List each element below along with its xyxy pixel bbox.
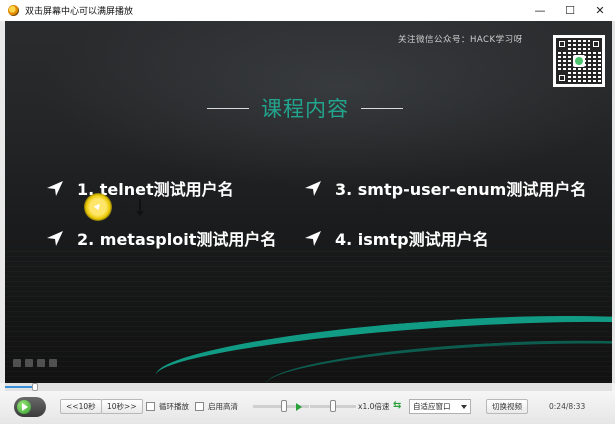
close-button[interactable]: ✕ [585,0,615,21]
course-item-label: 2. metasploit测试用户名 [77,230,277,249]
bullet-arrow-icon [305,181,321,196]
heading-divider-left [207,107,249,109]
control-bar: <<10秒 10秒>> 循环播放 启用高清 x1.0倍速 ⇆ 自适应窗口 切换视… [0,391,615,424]
follow-wechat-text: 关注微信公众号：HACK学习呀 [398,35,523,45]
small-app-icon [13,359,21,367]
maximize-button[interactable]: ☐ [555,0,585,21]
chevron-down-icon [461,405,467,409]
app-icon [8,5,19,16]
title-bar[interactable]: 双击屏幕中心可以满屏播放 — ☐ ✕ [0,0,615,21]
corner-icons [13,359,57,367]
bullet-arrow-icon [47,231,63,246]
window-title: 双击屏幕中心可以满屏播放 [25,7,134,17]
course-item: 1. telnet测试用户名 [45,176,234,200]
speed-handle[interactable] [330,400,336,412]
minimize-button[interactable]: — [525,0,555,21]
loop-label: 循环播放 [159,402,189,411]
small-app-icon [49,359,57,367]
video-stage[interactable]: 关注微信公众号：HACK学习呀 课程内容 1. telnet测试用户名 2. m… [5,21,612,383]
hd-label: 启用高清 [208,402,238,411]
qr-finder [556,72,568,84]
volume-handle[interactable] [280,400,287,412]
course-item-label: 3. smtp-user-enum测试用户名 [335,180,587,199]
bullet-arrow-icon [305,231,321,246]
speed-indicator-icon [296,403,302,411]
qr-finder [556,38,568,50]
small-app-icon [25,359,33,367]
checkbox-box[interactable] [146,402,155,411]
qr-code-image [553,35,605,87]
play-icon [17,400,31,414]
time-display: 0:24/8:33 [549,402,586,411]
qr-finder [590,38,602,50]
forward-10s-button[interactable]: 10秒>> [101,399,143,414]
seek-handle[interactable] [32,383,39,391]
course-item: 3. smtp-user-enum测试用户名 [303,176,586,200]
window-fit-value: 自适应窗口 [413,402,451,411]
bullet-arrow-icon [47,181,63,196]
small-app-icon [37,359,45,367]
video-player-window: 双击屏幕中心可以满屏播放 — ☐ ✕ 关注微信公众号：HACK学习呀 课程内容 [0,0,615,424]
course-item: 2. metasploit测试用户名 [45,226,276,250]
switch-video-button[interactable]: 切换视频 [486,399,528,414]
hd-checkbox[interactable]: 启用高清 [195,401,238,412]
slide-heading-row: 课程内容 [195,93,415,123]
text-cursor-icon [136,199,144,216]
seek-progress [5,386,36,388]
swap-arrows-icon: ⇆ [393,400,402,411]
play-button[interactable] [14,397,46,417]
rewind-10s-button[interactable]: <<10秒 [60,399,102,414]
window-fit-select[interactable]: 自适应窗口 [409,399,471,414]
loop-checkbox[interactable]: 循环播放 [146,401,189,412]
qr-logo [573,55,585,67]
course-item: 4. ismtp测试用户名 [303,226,489,250]
slide-heading: 课程内容 [261,97,349,121]
heading-divider-right [361,107,403,109]
window-controls: — ☐ ✕ [525,0,615,21]
course-item-label: 4. ismtp测试用户名 [335,230,489,249]
seek-bar[interactable] [5,383,612,391]
speed-label: x1.0倍速 [358,402,390,411]
checkbox-box[interactable] [195,402,204,411]
